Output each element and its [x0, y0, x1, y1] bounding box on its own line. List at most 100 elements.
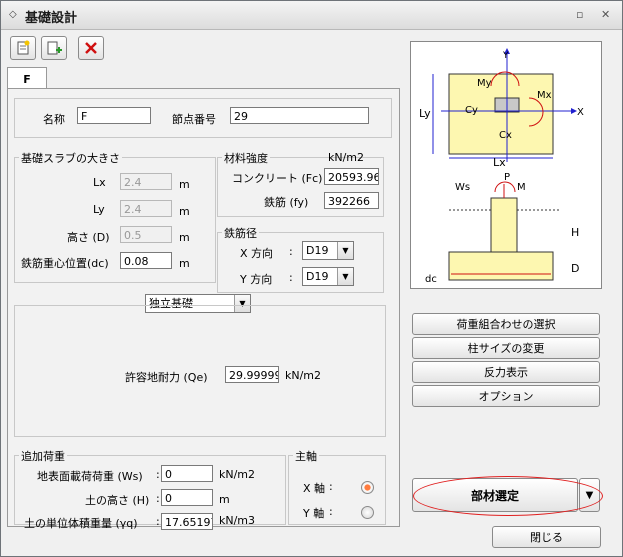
soil-unit-weight-unit: kN/m3	[219, 514, 256, 527]
foundation-diagram: Y X My Mx Cy Cx Ly Lx Ws P M H D dc	[410, 41, 602, 289]
rebar-strength-label: 鉄筋 (fy)	[264, 196, 309, 209]
y-direction-colon: :	[289, 271, 293, 284]
name-group: 名称 F 節点番号 29	[14, 98, 392, 138]
foundation-diagram-svg: Y X My Mx Cy Cx Ly Lx Ws P M H D dc	[419, 48, 584, 285]
lx-unit: m	[179, 178, 190, 191]
diagram-y-label: Y	[502, 51, 509, 61]
close-window-icon[interactable]: ✕	[601, 8, 610, 21]
soil-height-colon: :	[156, 492, 160, 505]
surface-load-input[interactable]: 0	[161, 465, 213, 482]
node-number-input[interactable]: 29	[230, 107, 369, 124]
soil-unit-weight-colon: :	[156, 515, 160, 528]
m-moment-arc	[494, 181, 516, 193]
rebar-diameter-title: 鉄筋径	[222, 225, 259, 241]
soil-unit-weight-label: 土の単位体積重量 (γq)	[24, 517, 138, 530]
additional-load-group: 追加荷重 地表面載荷荷重 (Ws) : 0 kN/m2 土の高さ (H) : 0…	[14, 448, 286, 530]
height-label: 高さ (D)	[67, 231, 110, 244]
diagram-my-label: My	[477, 78, 492, 89]
y-axis-colon: :	[329, 505, 333, 518]
delete-button[interactable]	[78, 36, 104, 60]
material-unit: kN/m2	[328, 151, 365, 164]
y-axis-radio[interactable]	[361, 506, 374, 519]
minimize-icon[interactable]: ▫	[576, 8, 583, 21]
select-member-dropdown-button[interactable]: ▼	[579, 478, 600, 512]
diagram-p-label: P	[504, 172, 510, 183]
add-document-icon	[47, 41, 62, 55]
foundation-type-group: 許容地耐力 (Qe) 29.999999 kN/m2	[14, 305, 386, 437]
height-unit: m	[179, 231, 190, 244]
delete-icon	[85, 42, 97, 54]
load-combination-button[interactable]: 荷重組合わせの選択	[412, 313, 600, 335]
x-axis-radio[interactable]	[361, 481, 374, 494]
section-column	[490, 197, 518, 253]
slab-size-title: 基礎スラブの大きさ	[19, 150, 122, 166]
diagram-lx-label: Lx	[493, 156, 506, 169]
diagram-m-label: M	[517, 182, 526, 193]
x-direction-value: D19	[306, 244, 329, 257]
rebar-centroid-input[interactable]: 0.08	[120, 252, 172, 269]
name-label: 名称	[43, 113, 65, 126]
concrete-label: コンクリート (Fc)	[232, 172, 323, 185]
concrete-input[interactable]: 20593.965	[324, 168, 379, 185]
x-direction-select[interactable]: D19 ▼	[302, 241, 354, 260]
new-document-button[interactable]	[10, 36, 36, 60]
y-direction-value: D19	[306, 270, 329, 283]
material-group: 材料強度 kN/m2 コンクリート (Fc) 20593.965 鉄筋 (fy)…	[217, 150, 384, 217]
principal-axis-group: 主軸 X 軸 : Y 軸 :	[288, 448, 386, 525]
chevron-down-icon[interactable]: ▼	[337, 268, 353, 285]
select-member-button[interactable]: 部材選定	[412, 478, 578, 512]
name-input[interactable]: F	[77, 107, 151, 124]
x-axis-colon: :	[329, 480, 333, 493]
x-direction-colon: :	[289, 245, 293, 258]
y-direction-select[interactable]: D19 ▼	[302, 267, 354, 286]
material-title: 材料強度	[222, 150, 270, 166]
x-direction-label: X 方向	[240, 247, 274, 260]
reaction-display-button[interactable]: 反力表示	[412, 361, 600, 383]
soil-unit-weight-input[interactable]: 17.65197	[161, 513, 213, 530]
diagram-dc-label: dc	[425, 274, 437, 285]
height-input[interactable]: 0.5	[120, 226, 172, 243]
window-title: 基礎設計	[25, 11, 78, 26]
chevron-down-icon[interactable]: ▼	[337, 242, 353, 259]
rebar-centroid-label: 鉄筋重心位置(dc)	[21, 257, 109, 270]
rebar-strength-input[interactable]: 392266	[324, 192, 379, 209]
surface-load-label: 地表面載荷荷重 (Ws)	[37, 470, 143, 483]
diagram-mx-label: Mx	[537, 90, 552, 101]
soil-height-unit: m	[219, 493, 230, 506]
ly-unit: m	[179, 205, 190, 218]
foundation-design-window: ◇ 基礎設計 ▫ ✕ F 名称 F 節点番号 29 基礎スラブの大きさ Lx 2…	[0, 0, 623, 557]
new-document-icon	[17, 40, 30, 55]
y-axis-label: Y 軸	[303, 507, 325, 520]
title-bar: ◇ 基礎設計 ▫ ✕	[1, 1, 622, 30]
chevron-down-icon: ▼	[585, 489, 594, 501]
diagram-x-label: X	[577, 107, 584, 118]
x-axis-label: X 軸	[303, 482, 326, 495]
add-document-button[interactable]	[41, 36, 67, 60]
allowable-bearing-unit: kN/m2	[285, 369, 322, 382]
diagram-d-label: D	[571, 262, 579, 275]
window-menu-icon[interactable]: ◇	[9, 9, 17, 20]
node-number-label: 節点番号	[172, 113, 216, 126]
additional-load-title: 追加荷重	[19, 448, 67, 464]
allowable-bearing-input[interactable]: 29.999999	[225, 366, 279, 383]
option-button[interactable]: オプション	[412, 385, 600, 407]
surface-load-unit: kN/m2	[219, 468, 256, 481]
principal-axis-title: 主軸	[293, 448, 319, 464]
diagram-h-label: H	[571, 226, 579, 239]
surface-load-colon: :	[156, 468, 160, 481]
foundation-panel: 名称 F 節点番号 29 基礎スラブの大きさ Lx 2.4 m Ly 2.4 m…	[7, 88, 400, 530]
ly-input[interactable]: 2.4	[120, 200, 172, 217]
soil-height-input[interactable]: 0	[161, 489, 213, 506]
soil-height-label: 土の高さ (H)	[85, 494, 150, 507]
lx-input[interactable]: 2.4	[120, 173, 172, 190]
tab-f[interactable]: F	[7, 67, 47, 90]
diagram-cx-label: Cx	[499, 130, 512, 141]
ly-label: Ly	[93, 203, 105, 216]
allowable-bearing-label: 許容地耐力 (Qe)	[125, 371, 208, 384]
slab-size-group: 基礎スラブの大きさ Lx 2.4 m Ly 2.4 m 高さ (D) 0.5 m…	[14, 150, 216, 283]
column-size-button[interactable]: 柱サイズの変更	[412, 337, 600, 359]
rebar-centroid-unit: m	[179, 257, 190, 270]
section-slab	[448, 251, 554, 281]
diagram-ly-label: Ly	[419, 107, 431, 120]
close-button[interactable]: 閉じる	[492, 526, 601, 548]
